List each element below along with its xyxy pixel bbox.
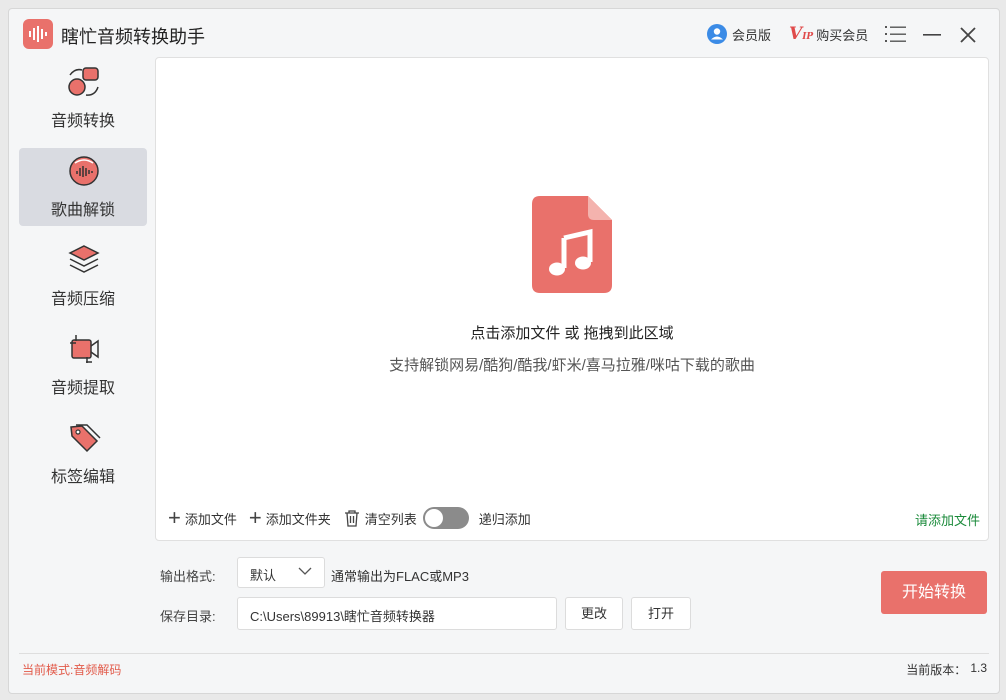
- chevron-down-icon: [298, 567, 312, 575]
- buy-vip-label: 购买会员: [816, 27, 869, 43]
- app-title: 瞎忙音频转换助手: [61, 27, 205, 47]
- save-dir-label: 保存目录:: [160, 609, 216, 624]
- vip-status-label: 会员版: [732, 27, 772, 43]
- add-file-button[interactable]: + 添加文件: [168, 505, 237, 530]
- version-info: 当前版本： 1.3: [906, 661, 987, 678]
- close-icon[interactable]: [957, 25, 979, 45]
- sidebar-item-audio-compress[interactable]: 音频压缩: [19, 237, 147, 315]
- sidebar-item-label: 音频提取: [50, 380, 115, 397]
- song-unlock-icon: [69, 156, 99, 186]
- menu-icon[interactable]: [885, 25, 907, 43]
- vip-badge-icon: VIP: [789, 24, 814, 44]
- plus-icon: +: [248, 505, 262, 530]
- output-format-hint: 通常输出为FLAC或MP3: [331, 569, 469, 584]
- drop-zone-subtitle: 支持解锁网易/酷狗/酷我/虾米/喜马拉雅/咪咕下载的歌曲: [389, 357, 755, 374]
- clear-list-button[interactable]: 清空列表: [343, 509, 417, 528]
- layers-compress-icon: [68, 245, 100, 273]
- version-number: 1.3: [970, 661, 987, 675]
- music-file-icon: [532, 196, 612, 293]
- recursive-add-toggle[interactable]: [422, 507, 469, 529]
- sidebar-item-audio-extract[interactable]: 音频提取: [19, 326, 147, 404]
- buy-vip-button[interactable]: VIP 购买会员: [789, 23, 868, 45]
- footer-divider: [19, 653, 989, 654]
- sidebar-item-tag-edit[interactable]: 标签编辑: [19, 415, 147, 493]
- current-mode: 当前模式:音频解码: [22, 663, 122, 677]
- sidebar-item-song-unlock[interactable]: 歌曲解锁: [19, 148, 147, 226]
- clear-list-label: 清空列表: [364, 511, 417, 527]
- add-folder-button[interactable]: + 添加文件夹: [248, 505, 331, 530]
- version-label: 当前版本：: [906, 663, 967, 677]
- save-dir-field[interactable]: C:\Users\89913\瞎忙音频转换器: [237, 597, 557, 630]
- drop-zone-title: 点击添加文件 或 拖拽到此区域: [470, 325, 674, 342]
- sidebar-item-audio-convert[interactable]: 音频转换: [19, 59, 147, 137]
- open-dir-button[interactable]: 打开: [631, 597, 691, 630]
- app-logo-icon: [23, 19, 53, 49]
- user-icon: [707, 24, 727, 44]
- plus-icon: +: [168, 505, 181, 530]
- vip-status-button[interactable]: 会员版: [707, 23, 771, 45]
- trash-icon: [344, 510, 359, 527]
- video-extract-icon: [70, 335, 99, 363]
- recursive-add-label: 递归添加: [478, 511, 531, 527]
- sidebar-item-label: 标签编辑: [50, 469, 115, 486]
- audio-convert-icon: [68, 67, 99, 96]
- status-hint: 请添加文件: [914, 513, 980, 528]
- file-toolbar: + 添加文件 + 添加文件夹 清空列表 递归添加: [168, 506, 531, 530]
- output-format-select[interactable]: 默认: [237, 557, 325, 588]
- add-folder-label: 添加文件夹: [265, 511, 331, 527]
- minimize-icon[interactable]: [921, 25, 943, 43]
- output-format-label: 输出格式:: [160, 569, 216, 584]
- start-convert-button[interactable]: 开始转换: [881, 571, 987, 614]
- sidebar-item-label: 音频压缩: [50, 291, 115, 308]
- output-format-value: 默认: [250, 568, 277, 583]
- sidebar: 音频转换 歌曲解锁 音频压缩 音频提取 标签编辑: [19, 59, 149, 504]
- change-dir-button[interactable]: 更改: [565, 597, 623, 630]
- title-bar: 瞎忙音频转换助手 会员版 VIP 购买会员: [9, 9, 999, 59]
- add-file-label: 添加文件: [184, 511, 237, 527]
- sidebar-item-label: 歌曲解锁: [50, 202, 115, 219]
- app-window: 瞎忙音频转换助手 会员版 VIP 购买会员 音频转换 歌曲解锁 音频压缩 音频提…: [8, 8, 1000, 694]
- tag-edit-icon: [70, 424, 101, 453]
- file-drop-zone[interactable]: 点击添加文件 或 拖拽到此区域 支持解锁网易/酷狗/酷我/虾米/喜马拉雅/咪咕下…: [155, 57, 989, 541]
- toggle-knob: [424, 509, 443, 527]
- sidebar-item-label: 音频转换: [50, 113, 115, 130]
